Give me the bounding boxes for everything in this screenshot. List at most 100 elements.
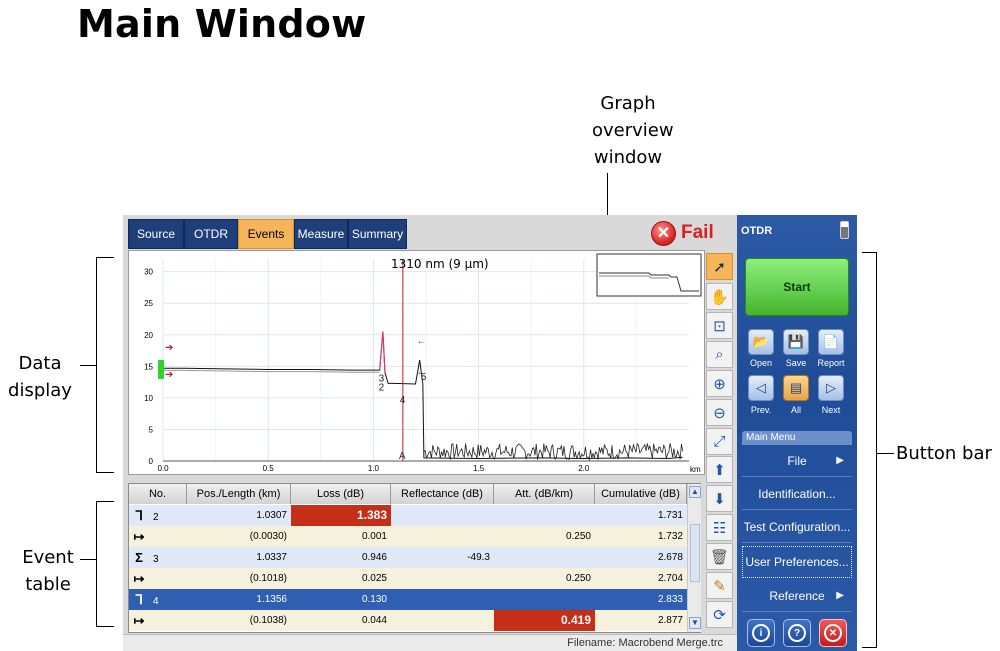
- menu-item-user-preferences[interactable]: User Preferences...: [742, 546, 852, 578]
- menu-item-file[interactable]: File ▶: [742, 445, 852, 477]
- table-row[interactable]: ᒣ 4 1.1356 0.130 2.833: [129, 589, 687, 610]
- filename-label: Filename: Macrobend Merge.trc: [567, 637, 723, 649]
- table-row[interactable]: ↦ (0.0030) 0.001 0.250 1.732: [129, 526, 687, 547]
- cumulative-cell: 2.678: [657, 552, 683, 563]
- button-bar-bracket-top: [862, 252, 876, 253]
- x-tick-label: 0.5: [263, 464, 275, 473]
- all-traces-icon[interactable]: ▤: [783, 375, 809, 401]
- cumulative-cell: 1.731: [657, 510, 683, 521]
- y-tick-label: 10: [144, 394, 153, 403]
- refresh-icon[interactable]: ⟳: [706, 601, 733, 628]
- main-menu-header: Main Menu: [742, 431, 852, 445]
- table-row[interactable]: ↦ (0.1038) 0.044 0.419 2.877: [129, 610, 687, 631]
- fail-x-icon: ✕: [651, 220, 676, 246]
- menu-item-test-configuration[interactable]: Test Configuration...: [742, 511, 852, 543]
- zoom-out-icon[interactable]: ⊖: [706, 399, 733, 426]
- event-no-cell: ↦: [129, 568, 187, 589]
- otdr-app-window: Source OTDR Events Measure Summary ✕ Fai…: [123, 215, 857, 651]
- data-display[interactable]: 0.0 0.5 1.0 1.5 2.0 0 5 10 15 20 25 30 ➔ ➔ A 3 2 4 5 ← ← 13…: [128, 250, 705, 475]
- help-button[interactable]: ?: [783, 619, 811, 647]
- start-arrow-icon: ➔: [165, 370, 173, 381]
- submenu-arrow-icon: ▶: [836, 455, 844, 466]
- info-icon: i: [752, 624, 770, 642]
- trace-line: [163, 331, 683, 459]
- col-reflectance[interactable]: Reflectance (dB): [391, 484, 494, 504]
- open-label: Open: [749, 358, 773, 368]
- tab-summary[interactable]: Summary: [348, 219, 407, 249]
- status-bar: Filename: Macrobend Merge.trc: [123, 634, 737, 651]
- y-tick-label: 25: [144, 299, 153, 308]
- scroll-up-arrow-icon[interactable]: ▲: [689, 486, 701, 498]
- info-button[interactable]: i: [747, 619, 775, 647]
- tab-source[interactable]: Source: [128, 219, 184, 249]
- graph-overview-window[interactable]: [596, 253, 702, 297]
- reflectance-cell: [391, 568, 494, 589]
- menu-item-identification[interactable]: Identification...: [742, 478, 852, 510]
- callout-graph-overview-line1: Graph: [600, 93, 656, 114]
- overview-frame[interactable]: [596, 253, 702, 297]
- start-button[interactable]: Start: [745, 258, 849, 316]
- status-label: Fail: [681, 222, 714, 243]
- table-row[interactable]: ↦ (0.1018) 0.025 0.250 2.704: [129, 568, 687, 589]
- cumulative-cell: 2.704: [657, 573, 683, 584]
- y-tick-label: 5: [149, 425, 154, 434]
- event-table-scrollbar[interactable]: ▲ ▼: [687, 484, 701, 632]
- close-icon: ✕: [824, 624, 842, 642]
- position-cell: 1.0337: [256, 552, 287, 563]
- marker-layer: ➔➔A3245←←: [158, 259, 427, 462]
- event-type-icon: ↦: [133, 613, 145, 628]
- menu-item-reference[interactable]: Reference ▶: [742, 580, 852, 612]
- zoom-in-icon[interactable]: ⊕: [706, 370, 733, 397]
- folder-open-icon[interactable]: 📂: [748, 329, 774, 355]
- col-position[interactable]: Pos./Length (km): [187, 484, 291, 504]
- y-tick-label: 15: [144, 362, 153, 371]
- scroll-down-icon[interactable]: ⬇: [706, 485, 733, 512]
- event-table-settings-icon[interactable]: ☷: [706, 514, 733, 541]
- previous-trace-icon[interactable]: ◁: [748, 375, 774, 401]
- pan-hand-icon[interactable]: ✋: [706, 283, 733, 310]
- data-display-bracket: [96, 257, 97, 473]
- callout-graph-overview-line2: overview: [592, 120, 674, 141]
- tab-otdr[interactable]: OTDR: [184, 219, 238, 249]
- event-table: No. Pos./Length (km) Loss (dB) Reflectan…: [128, 483, 701, 633]
- tab-measure[interactable]: Measure: [294, 219, 348, 249]
- table-row[interactable]: Σ 3 1.0337 0.946 -49.3 2.678: [129, 547, 687, 568]
- event-arrow-icon: ←: [417, 367, 427, 378]
- submenu-arrow-icon: ▶: [836, 590, 844, 601]
- col-loss[interactable]: Loss (dB): [291, 484, 391, 504]
- callout-graph-overview-line3: window: [593, 147, 663, 168]
- callout-button-bar-leader: [876, 453, 894, 454]
- scroll-thumb[interactable]: [690, 524, 700, 582]
- floppy-disk-icon[interactable]: 💾: [783, 329, 809, 355]
- exit-button[interactable]: ✕: [819, 619, 847, 647]
- col-no[interactable]: No.: [129, 484, 187, 504]
- zoom-fit-icon[interactable]: ⌕: [706, 341, 733, 368]
- attenuation-cell: [494, 589, 595, 610]
- loss-cell: 0.946: [361, 552, 387, 563]
- wavelength-label: 1310 nm (9 µm): [391, 257, 489, 271]
- attenuation-cell: 0.250: [565, 573, 591, 584]
- tab-events[interactable]: Events: [238, 219, 294, 249]
- zoom-area-icon[interactable]: ⊡: [706, 312, 733, 339]
- event-type-icon: ᒣ: [135, 508, 143, 523]
- pointer-tool-icon[interactable]: ➚: [706, 253, 733, 280]
- next-trace-icon[interactable]: ▷: [818, 375, 844, 401]
- callout-event-table-line1: Event: [22, 547, 74, 568]
- scroll-up-icon[interactable]: ⬆: [706, 456, 733, 483]
- event-number: 3: [153, 554, 159, 565]
- otdr-trace-chart[interactable]: 0.0 0.5 1.0 1.5 2.0051015202530 ➔➔A3245←← 13…: [129, 251, 704, 474]
- report-icon[interactable]: 📄: [818, 329, 844, 355]
- pencil-icon[interactable]: ✎: [706, 572, 733, 599]
- table-row[interactable]: ᒣ 2 1.0307 1.383 1.731: [129, 505, 687, 526]
- status-badge: ✕ Fail: [651, 220, 714, 246]
- trash-icon[interactable]: 🗑: [706, 543, 733, 570]
- event-label: 2: [379, 382, 385, 393]
- event-table-bracket-top: [96, 501, 114, 502]
- col-attenuation[interactable]: Att. (dB/km): [494, 484, 595, 504]
- full-view-icon[interactable]: ⤢: [706, 428, 733, 455]
- event-number: 4: [153, 596, 159, 607]
- scroll-down-arrow-icon[interactable]: ▼: [689, 617, 701, 629]
- col-cumulative[interactable]: Cumulative (dB): [595, 484, 687, 504]
- event-no-cell: Σ3: [129, 547, 187, 568]
- callout-data-display-leader: [80, 365, 96, 366]
